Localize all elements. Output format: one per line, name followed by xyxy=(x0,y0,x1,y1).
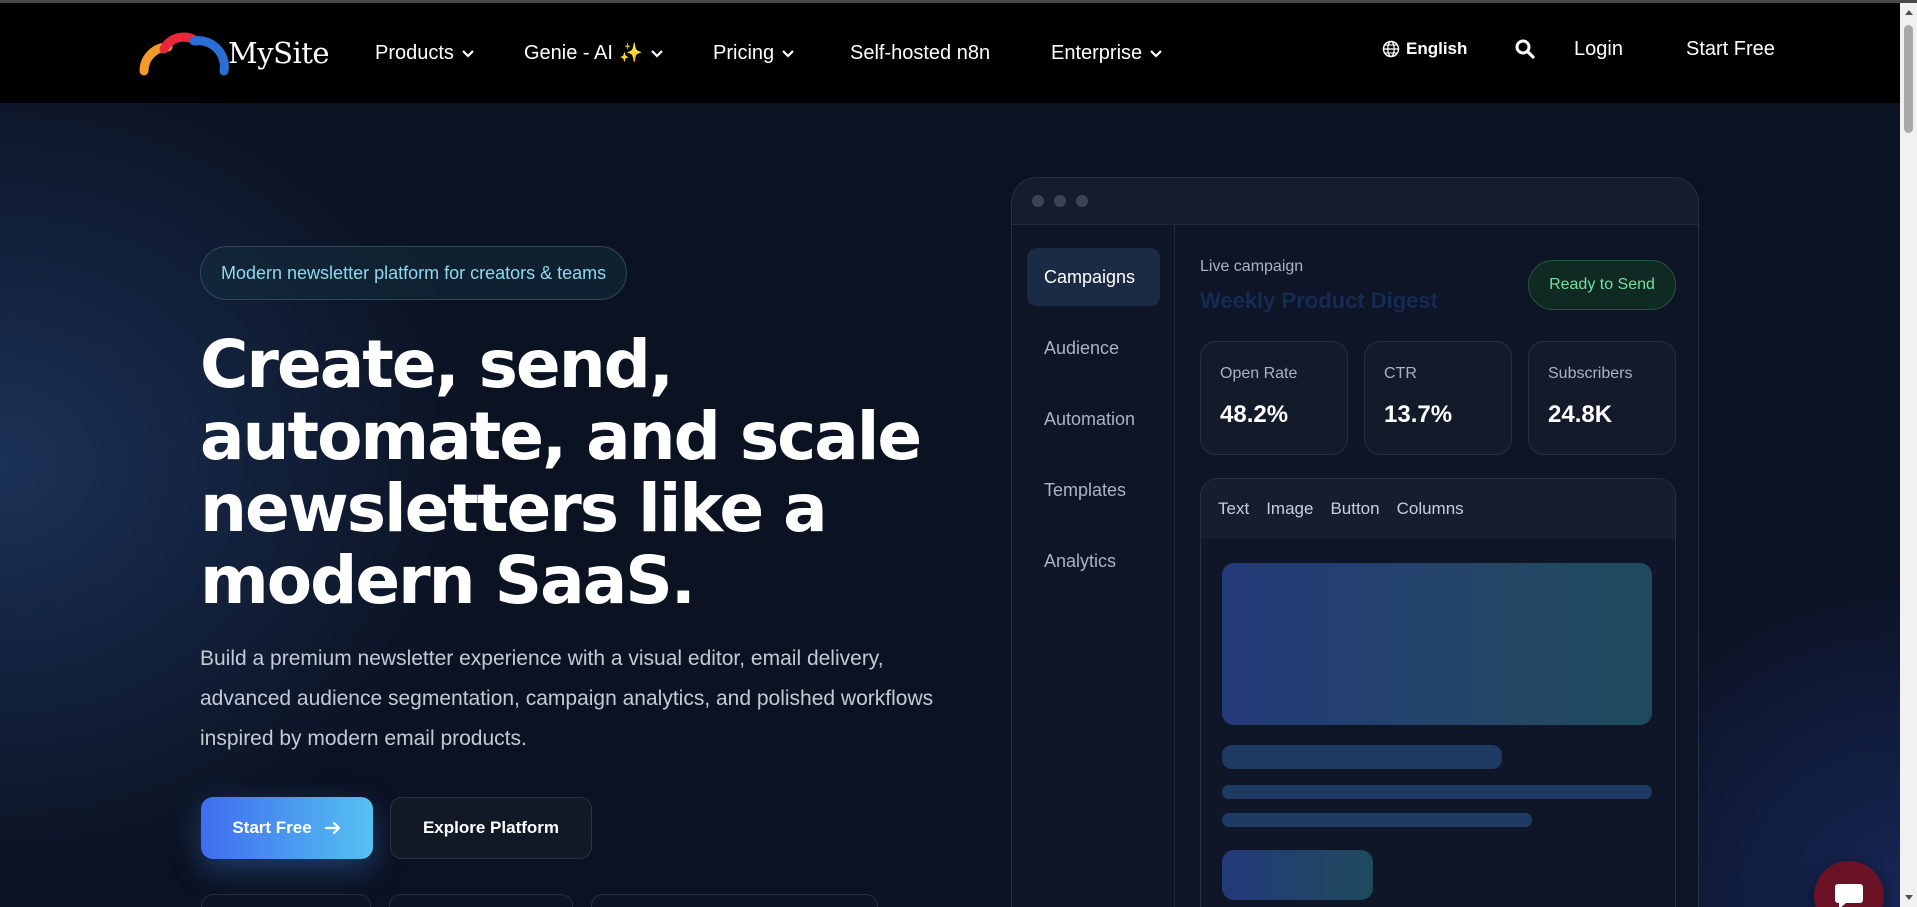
scrollbar-thumb[interactable] xyxy=(1904,25,1913,133)
sidebar-item-templates[interactable]: Templates xyxy=(1027,461,1160,519)
start-free-button[interactable]: Start Free xyxy=(201,797,373,859)
tool-columns[interactable]: Columns xyxy=(1397,499,1464,519)
feature-chip xyxy=(389,894,573,907)
nav-self-hosted-label: Self-hosted n8n xyxy=(850,41,991,64)
hero-section: Modern newsletter platform for creators … xyxy=(0,103,1900,907)
nav-products[interactable]: Products xyxy=(375,3,475,103)
scroll-down-arrow-icon[interactable] xyxy=(1905,895,1913,900)
language-selector[interactable]: English xyxy=(1382,3,1467,95)
language-label: English xyxy=(1406,39,1468,58)
stat-card-subscribers: Subscribers 24.8K xyxy=(1528,341,1676,455)
sidebar-item-campaigns[interactable]: Campaigns xyxy=(1027,248,1160,306)
top-navigation: MySite Products Genie - AI ✨ Pricing Sel… xyxy=(0,3,1900,103)
stat-label: Open Rate xyxy=(1220,365,1298,382)
nav-enterprise[interactable]: Enterprise xyxy=(1051,3,1163,103)
nav-self-hosted[interactable]: Self-hosted n8n xyxy=(850,3,990,103)
email-editor-preview: Text Image Button Columns xyxy=(1200,478,1676,907)
stat-label: Subscribers xyxy=(1548,365,1633,382)
sidebar-item-analytics[interactable]: Analytics xyxy=(1027,532,1160,590)
page-scrollbar[interactable] xyxy=(1900,3,1917,907)
chevron-down-icon xyxy=(650,50,663,58)
campaign-title: Weekly Product Digest xyxy=(1200,288,1438,313)
window-dot xyxy=(1032,195,1044,207)
tool-button[interactable]: Button xyxy=(1330,499,1379,519)
image-placeholder xyxy=(1222,563,1652,725)
stat-value: 48.2% xyxy=(1220,401,1289,428)
dashboard-mockup: Campaigns Audience Automation Templates … xyxy=(1011,177,1699,907)
nav-pricing-label: Pricing xyxy=(713,41,775,64)
sidebar-item-automation[interactable]: Automation xyxy=(1027,390,1160,448)
globe-icon xyxy=(1382,40,1400,58)
login-label: Login xyxy=(1574,37,1623,60)
window-dot xyxy=(1076,195,1088,207)
login-link[interactable]: Login xyxy=(1574,3,1623,95)
nav-enterprise-label: Enterprise xyxy=(1051,41,1143,64)
button-placeholder xyxy=(1222,850,1373,900)
stat-card-open-rate: Open Rate 48.2% xyxy=(1200,341,1348,455)
stat-value: 24.8K xyxy=(1548,401,1613,428)
scroll-up-arrow-icon[interactable] xyxy=(1905,10,1913,15)
nav-start-free-label: Start Free xyxy=(1686,37,1775,60)
sparkle-icon: ✨ xyxy=(618,43,643,64)
chevron-down-icon xyxy=(1150,50,1162,58)
status-badge: Ready to Send xyxy=(1528,260,1676,310)
site-logo[interactable]: MySite xyxy=(138,27,330,79)
nav-genie-ai[interactable]: Genie - AI ✨ xyxy=(524,3,664,103)
editor-toolbar: Text Image Button Columns xyxy=(1201,479,1675,539)
explore-platform-label: Explore Platform xyxy=(422,818,560,837)
rainbow-arc-logo-icon xyxy=(139,32,229,76)
chevron-down-icon xyxy=(782,50,794,58)
explore-platform-button[interactable]: Explore Platform xyxy=(390,797,592,859)
tool-image[interactable]: Image xyxy=(1266,499,1313,519)
mockup-window-bar xyxy=(1012,178,1698,225)
chevron-down-icon xyxy=(462,50,474,58)
nav-pricing[interactable]: Pricing xyxy=(713,3,795,103)
text-placeholder xyxy=(1222,785,1652,799)
nav-start-free-button[interactable]: Start Free xyxy=(1686,3,1775,95)
tool-text[interactable]: Text xyxy=(1218,499,1249,519)
hero-badge: Modern newsletter platform for creators … xyxy=(200,246,628,300)
text-placeholder xyxy=(1222,813,1532,827)
nav-genie-label: Genie - AI xyxy=(524,41,613,64)
stat-label: CTR xyxy=(1384,365,1417,382)
feature-chip xyxy=(591,894,878,907)
live-campaign-label: Live campaign xyxy=(1200,258,1304,275)
arrow-right-icon xyxy=(324,821,340,835)
window-dot xyxy=(1054,195,1066,207)
nav-products-label: Products xyxy=(375,41,454,64)
mockup-sidebar: Campaigns Audience Automation Templates … xyxy=(1012,225,1175,907)
stat-card-ctr: CTR 13.7% xyxy=(1364,341,1512,455)
logo-text: MySite xyxy=(228,36,330,70)
feature-chip xyxy=(201,894,371,907)
sidebar-item-audience[interactable]: Audience xyxy=(1027,319,1160,377)
chat-bubble-icon xyxy=(1835,884,1863,907)
search-button[interactable] xyxy=(1515,3,1535,95)
chat-widget-button[interactable] xyxy=(1814,861,1884,907)
hero-headline: Create, send, automate, and scale newsle… xyxy=(200,326,922,619)
text-placeholder xyxy=(1222,745,1502,769)
hero-subtext: Build a premium newsletter experience wi… xyxy=(200,647,934,750)
start-free-button-label: Start Free xyxy=(232,818,312,837)
stat-value: 13.7% xyxy=(1384,401,1453,428)
search-icon xyxy=(1515,39,1535,59)
